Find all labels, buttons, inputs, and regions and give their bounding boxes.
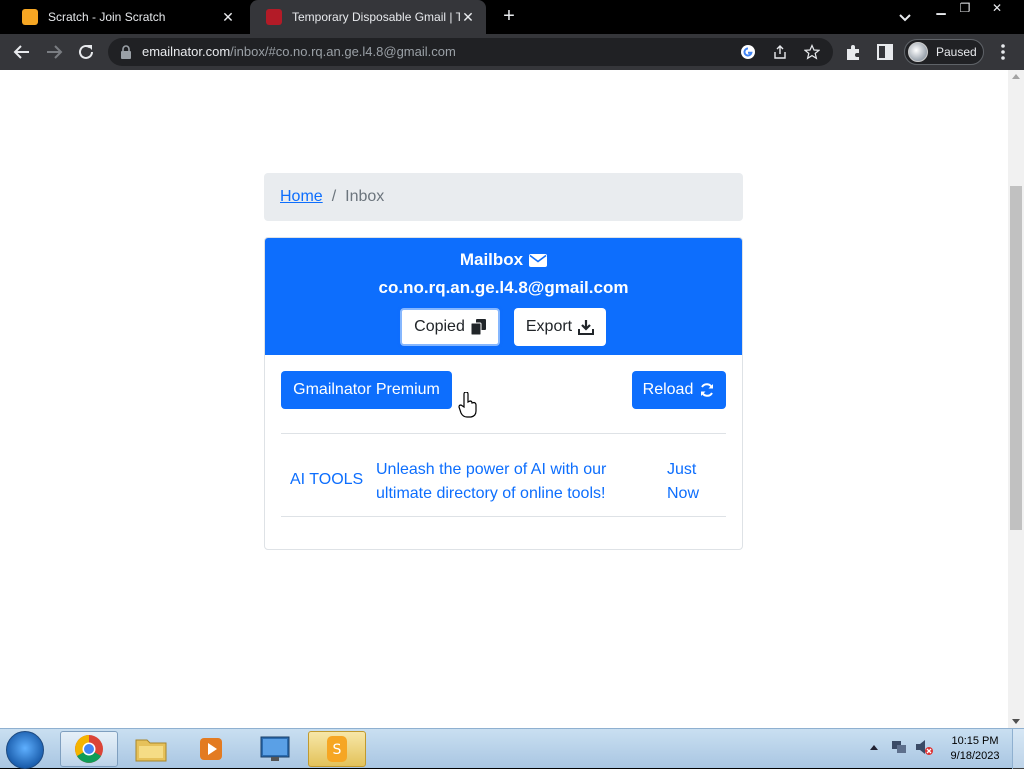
url-host: emailnator.com <box>142 44 231 59</box>
tab-title: Temporary Disposable Gmail | Te <box>292 10 460 24</box>
tray-expand-icon[interactable] <box>868 737 880 757</box>
mailbox-email: co.no.rq.an.ge.l4.8@gmail.com <box>378 278 629 297</box>
tab-emailnator[interactable]: Temporary Disposable Gmail | Te ✕ <box>250 0 486 34</box>
breadcrumb-current: Inbox <box>345 188 385 205</box>
refresh-icon[interactable] <box>75 41 97 63</box>
close-icon[interactable]: ✕ <box>460 9 476 26</box>
back-arrow-icon[interactable] <box>11 41 33 63</box>
avatar <box>908 42 928 62</box>
gmail-favicon-icon <box>266 9 282 25</box>
system-clock[interactable]: 10:15 PM 9/18/2023 <box>940 734 1010 764</box>
scrollbar-thumb[interactable] <box>1010 186 1022 530</box>
tab-scratch[interactable]: Scratch - Join Scratch ✕ <box>6 0 246 34</box>
profile-button[interactable]: Paused <box>904 39 984 65</box>
url-path: /inbox/#co.no.rq.an.ge.l4.8@gmail.com <box>230 44 456 59</box>
hand-cursor-icon <box>458 392 477 418</box>
breadcrumb: Home / Inbox <box>264 173 743 221</box>
taskbar-explorer[interactable] <box>122 731 180 767</box>
chrome-icon <box>75 735 103 763</box>
envelope-icon <box>529 253 548 267</box>
message-subject[interactable]: Unleash the power of AI with our ultimat… <box>376 458 636 506</box>
start-button-icon[interactable] <box>6 731 44 769</box>
browser-titlebar: Scratch - Join Scratch ✕ Temporary Dispo… <box>0 0 1024 34</box>
mailbox-card: Mailbox co.no.rq.an.ge.l4.8@gmail.com Co… <box>264 237 743 550</box>
taskbar-display[interactable] <box>246 731 304 767</box>
message-time: Just Now <box>667 461 700 502</box>
taskbar: S 10:15 PM 9/18/2023 <box>0 728 1024 769</box>
volume-muted-icon[interactable] <box>914 737 934 757</box>
reload-button[interactable]: Reload <box>632 371 726 409</box>
clock-date: 9/18/2023 <box>950 750 1000 762</box>
breadcrumb-separator: / <box>331 188 337 205</box>
message-row[interactable]: AI TOOLS Unleash the power of AI with ou… <box>281 434 726 517</box>
minimize-icon[interactable]: ▁ <box>928 0 954 18</box>
network-icon[interactable] <box>890 737 908 757</box>
browser-toolbar: emailnator.com/inbox/#co.no.rq.an.ge.l4.… <box>0 34 1024 70</box>
scroll-down-icon[interactable] <box>1012 719 1020 724</box>
export-button-label: Export <box>525 318 573 335</box>
share-icon[interactable] <box>772 44 788 60</box>
url-text: emailnator.com/inbox/#co.no.rq.an.ge.l4.… <box>142 44 456 59</box>
extensions-puzzle-icon[interactable] <box>842 41 864 63</box>
bookmark-star-icon[interactable] <box>804 44 820 60</box>
media-player-icon <box>200 738 222 760</box>
sync-icon <box>701 383 714 397</box>
monitor-icon <box>260 736 290 761</box>
address-bar[interactable]: emailnator.com/inbox/#co.no.rq.an.ge.l4.… <box>108 38 833 66</box>
folder-icon <box>135 739 167 762</box>
premium-button[interactable]: Gmailnator Premium <box>281 371 452 409</box>
taskbar-scratch[interactable]: S <box>308 731 366 767</box>
mailbox-header: Mailbox co.no.rq.an.ge.l4.8@gmail.com Co… <box>265 238 742 355</box>
google-icon[interactable] <box>740 44 756 60</box>
mailbox-title: Mailbox <box>265 250 742 270</box>
scratch-favicon-icon <box>22 9 38 25</box>
breadcrumb-home-link[interactable]: Home <box>280 188 323 206</box>
profile-status: Paused <box>936 45 977 59</box>
mailbox-title-text: Mailbox <box>459 250 524 269</box>
taskbar-media-player[interactable] <box>182 731 240 767</box>
clock-time: 10:15 PM <box>951 735 999 747</box>
reload-button-label: Reload <box>642 381 694 398</box>
export-button[interactable]: Export <box>514 308 606 346</box>
window-close-icon[interactable]: ✕ <box>984 0 1010 18</box>
restore-icon[interactable]: ❐ <box>952 0 978 18</box>
forward-arrow-icon[interactable] <box>43 41 65 63</box>
page-scrollbar[interactable] <box>1008 70 1024 728</box>
copy-button-label: Copied <box>414 318 465 335</box>
copy-button[interactable]: Copied <box>400 308 500 346</box>
lock-icon[interactable] <box>120 45 132 59</box>
copy-icon <box>470 319 486 335</box>
svg-text:S: S <box>333 742 342 758</box>
tab-title: Scratch - Join Scratch <box>48 10 166 24</box>
new-tab-icon[interactable]: + <box>498 5 520 27</box>
taskbar-chrome[interactable] <box>60 731 118 767</box>
close-icon[interactable]: ✕ <box>220 9 236 26</box>
side-panel-icon[interactable] <box>874 41 896 63</box>
scratch-icon: S <box>327 736 347 762</box>
message-sender[interactable]: AI TOOLS <box>290 471 363 489</box>
chevron-down-icon[interactable] <box>896 8 914 26</box>
page-viewport: Home / Inbox Mailbox co.no.rq.an.ge.l4.8… <box>0 70 1008 728</box>
more-menu-icon[interactable] <box>994 41 1012 63</box>
download-icon <box>578 320 595 335</box>
scroll-up-icon[interactable] <box>1012 74 1020 79</box>
show-desktop-button[interactable] <box>1012 729 1024 769</box>
